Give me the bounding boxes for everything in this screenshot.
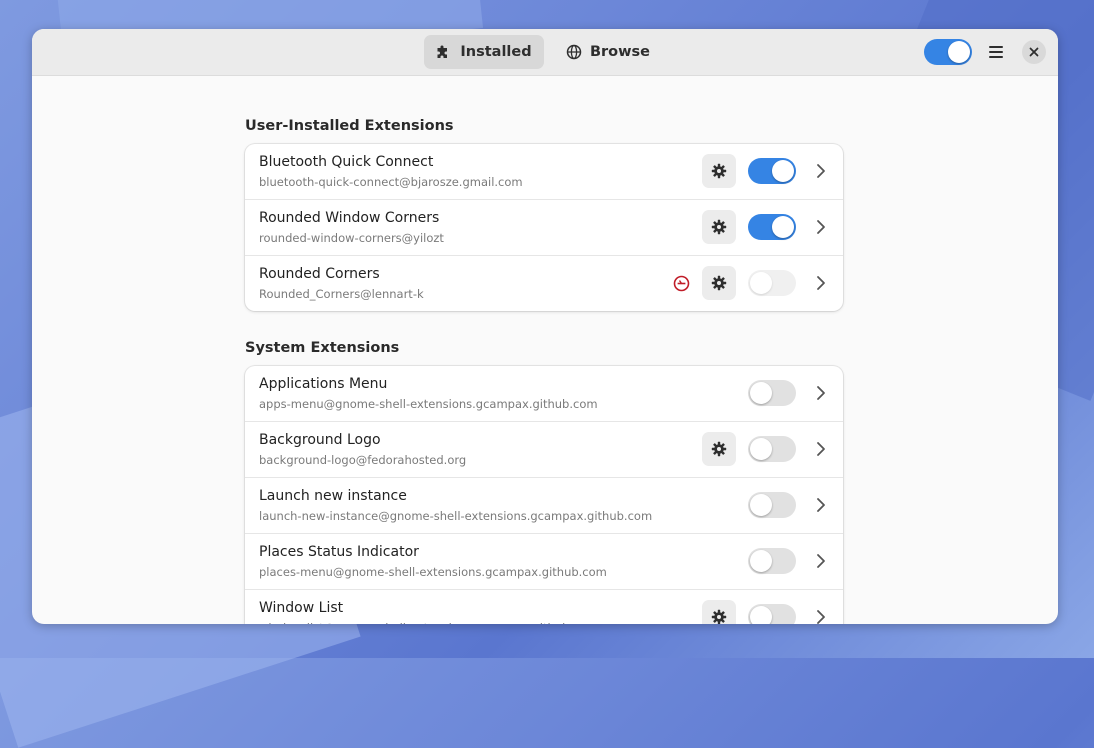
gear-icon [711,441,727,457]
globe-icon [566,44,582,60]
error-icon [673,275,690,292]
chevron-right-icon[interactable] [814,497,828,513]
extension-row[interactable]: Applications Menu apps-menu@gnome-shell-e… [245,366,843,422]
gear-icon [711,609,727,624]
extension-enable-switch[interactable] [748,214,796,240]
close-button[interactable] [1022,40,1046,64]
extension-uuid: launch-new-instance@gnome-shell-extensio… [259,509,653,523]
chevron-right-icon[interactable] [814,219,828,235]
hamburger-menu-icon [989,46,1003,58]
gear-icon [711,163,727,179]
settings-button[interactable] [702,210,736,244]
extension-enable-switch[interactable] [748,380,796,406]
close-icon [1029,47,1039,57]
extension-row[interactable]: Bluetooth Quick Connect bluetooth-quick-c… [245,144,843,200]
extension-uuid: apps-menu@gnome-shell-extensions.gcampax… [259,397,598,411]
extensions-window: Installed Browse User-Installed Extensio… [32,29,1058,624]
puzzle-icon [437,45,448,58]
chevron-right-icon[interactable] [814,275,828,291]
extension-name: Window List [259,600,344,616]
chevron-right-icon[interactable] [814,385,828,401]
settings-button[interactable] [702,266,736,300]
header-bar: Installed Browse [32,29,1058,76]
extension-name: Rounded Corners [259,266,380,282]
extension-enable-switch[interactable] [748,548,796,574]
extension-row[interactable]: Launch new instance launch-new-instance@g… [245,478,843,534]
chevron-right-icon[interactable] [814,609,828,624]
extension-enable-switch[interactable] [748,492,796,518]
extension-name: Applications Menu [259,376,388,392]
extension-row[interactable]: Background Logo background-logo@fedorahos… [245,422,843,478]
extension-row[interactable]: Places Status Indicator places-menu@gnome… [245,534,843,590]
tab-installed[interactable]: Installed [424,35,544,69]
user-extensions-list: Bluetooth Quick Connect bluetooth-quick-c… [245,144,843,311]
extension-enable-switch[interactable] [748,270,796,296]
extension-name: Places Status Indicator [259,544,419,560]
extension-uuid: background-logo@fedorahosted.org [259,453,467,467]
settings-button[interactable] [702,154,736,188]
settings-button[interactable] [702,600,736,624]
extension-name: Background Logo [259,432,381,448]
gear-icon [711,275,727,291]
extension-uuid: window-list@gnome-shell-extensions.gcamp… [259,621,598,624]
tab-browse[interactable]: Browse [558,35,658,69]
system-extensions-heading: System Extensions [245,340,400,356]
extension-enable-switch[interactable] [748,436,796,462]
extension-uuid: bluetooth-quick-connect@bjarosze.gmail.c… [259,175,523,189]
extension-uuid: Rounded_Corners@lennart-k [259,287,424,301]
main-menu-button[interactable] [982,38,1010,66]
chevron-right-icon[interactable] [814,441,828,457]
extensions-master-switch[interactable] [924,39,972,65]
extension-row[interactable]: Rounded Window Corners rounded-window-cor… [245,200,843,256]
tab-installed-label: Installed [460,44,532,60]
system-extensions-list: Applications Menu apps-menu@gnome-shell-e… [245,366,843,624]
chevron-right-icon[interactable] [814,553,828,569]
extension-uuid: rounded-window-corners@yilozt [259,231,444,245]
extension-enable-switch[interactable] [748,158,796,184]
tab-browse-label: Browse [589,44,651,60]
extension-row[interactable]: Window List window-list@gnome-shell-exten… [245,590,843,624]
extension-name: Rounded Window Corners [259,210,440,226]
user-extensions-heading: User-Installed Extensions [245,118,454,134]
extensions-list-scroll[interactable]: User-Installed Extensions Bluetooth Quic… [32,76,1058,624]
extension-name: Launch new instance [259,488,407,504]
extension-name: Bluetooth Quick Connect [259,154,434,170]
extension-row[interactable]: Rounded Corners Rounded_Corners@lennart-k [245,256,843,311]
settings-button[interactable] [702,432,736,466]
extension-enable-switch[interactable] [748,604,796,624]
gear-icon [711,219,727,235]
extension-uuid: places-menu@gnome-shell-extensions.gcamp… [259,565,607,579]
chevron-right-icon[interactable] [814,163,828,179]
